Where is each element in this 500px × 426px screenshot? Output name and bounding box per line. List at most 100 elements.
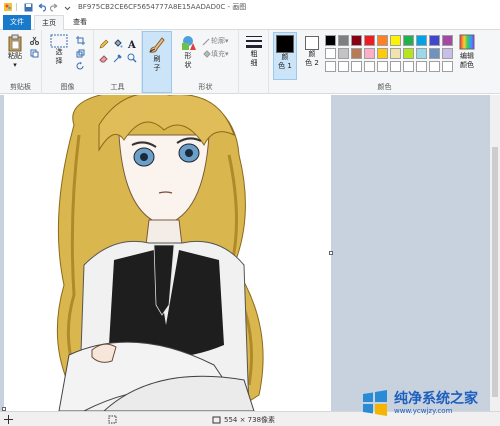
outline-label: 轮廓 (211, 37, 225, 45)
vertical-scrollbar[interactable] (490, 95, 500, 411)
palette-swatch[interactable] (351, 61, 362, 72)
copy-icon[interactable] (28, 47, 40, 59)
redo-icon[interactable] (49, 2, 59, 12)
outline-icon (202, 38, 210, 45)
image-group-label: 图像 (60, 83, 75, 91)
fill-button[interactable]: 填充 ▾ (202, 49, 229, 59)
palette-swatch[interactable] (377, 48, 388, 59)
select-icon (50, 34, 68, 48)
rotate-icon[interactable] (74, 60, 86, 72)
eraser-icon[interactable] (98, 52, 110, 64)
clipboard-group: 粘贴 ▾ 剪贴板 (0, 30, 42, 94)
palette-swatch[interactable] (442, 61, 453, 72)
palette-swatch[interactable] (390, 35, 401, 46)
color2-button[interactable]: 颜 色 2 (300, 34, 324, 68)
color2-swatch (305, 36, 319, 50)
size-label: 粗 细 (250, 50, 258, 67)
ribbon-tabs: 文件 主页 查看 (0, 14, 500, 30)
color1-button[interactable]: 颜 色 1 (273, 32, 297, 80)
fill-bucket-icon[interactable] (112, 38, 124, 50)
magnifier-icon[interactable] (126, 52, 138, 64)
customize-toolbar-icon[interactable] (62, 2, 72, 12)
brush-label: 刷 子 (153, 55, 161, 72)
palette-swatch[interactable] (429, 48, 440, 59)
crop-icon[interactable] (74, 34, 86, 46)
palette-swatch[interactable] (416, 61, 427, 72)
palette-swatch[interactable] (390, 48, 401, 59)
palette-swatch[interactable] (338, 48, 349, 59)
image-group: 选 择 图像 (42, 30, 94, 94)
palette-swatch[interactable] (325, 61, 336, 72)
palette-swatch[interactable] (403, 35, 414, 46)
palette-swatch[interactable] (338, 61, 349, 72)
canvas-resize-handle-right[interactable] (329, 251, 333, 255)
palette-swatch[interactable] (442, 48, 453, 59)
palette-swatch[interactable] (377, 61, 388, 72)
shapes-button[interactable]: 形 状 (177, 34, 199, 70)
palette-swatch[interactable] (403, 61, 414, 72)
edit-colors-label: 编辑 颜色 (460, 52, 474, 69)
tab-home[interactable]: 主页 (34, 15, 64, 30)
pencil-icon[interactable] (98, 38, 110, 50)
titlebar-divider (16, 3, 17, 11)
palette-swatch[interactable] (416, 35, 427, 46)
paste-dropdown-icon[interactable]: ▾ (13, 61, 17, 70)
color1-swatch (276, 35, 294, 53)
paste-icon (8, 34, 22, 52)
undo-icon[interactable] (36, 2, 46, 12)
tab-view[interactable]: 查看 (66, 15, 94, 30)
paste-button[interactable]: 粘贴 ▾ (4, 34, 26, 70)
palette-swatch[interactable] (364, 61, 375, 72)
shapes-icon (182, 36, 196, 50)
watermark-title: 纯净系统之家 (394, 391, 478, 407)
text-icon[interactable]: A (126, 38, 138, 50)
fill-icon (203, 49, 211, 58)
select-button[interactable]: 选 择 (48, 34, 70, 66)
title-bar: BF975CB2CE6CF5654777A8E15AADAD0C - 画图 (0, 0, 500, 14)
watermark-url: www.ycwjzy.com (394, 407, 453, 415)
color-picker-icon[interactable] (112, 52, 124, 64)
size-group: 粗 细 (239, 30, 269, 94)
paint-app-icon[interactable] (3, 2, 13, 12)
cursor-position-icon (4, 415, 13, 424)
color-palette (325, 35, 465, 75)
cut-icon[interactable] (28, 34, 40, 46)
size-button[interactable]: 粗 细 (243, 34, 265, 68)
ribbon: 粘贴 ▾ 剪贴板 选 择 图像 A 工具 刷 子 形 状 轮廓 ▾ 填充 ▾ 形… (0, 30, 500, 94)
palette-swatch[interactable] (429, 61, 440, 72)
canvas-workspace[interactable] (0, 95, 490, 411)
edit-colors-button[interactable]: 编辑 颜色 (455, 34, 479, 70)
paste-label: 粘贴 (8, 52, 22, 60)
color2-label: 颜 色 2 (305, 50, 319, 67)
palette-swatch[interactable] (442, 35, 453, 46)
palette-swatch[interactable] (429, 35, 440, 46)
tools-group: A 工具 (94, 30, 142, 94)
save-icon[interactable] (23, 2, 33, 12)
tab-file[interactable]: 文件 (3, 15, 31, 30)
brushes-button[interactable]: 刷 子 (142, 31, 172, 93)
shapes-group: 形 状 轮廓 ▾ 填充 ▾ 形状 (173, 30, 239, 94)
palette-swatch[interactable] (403, 48, 414, 59)
palette-swatch[interactable] (351, 35, 362, 46)
palette-swatch[interactable] (364, 35, 375, 46)
palette-swatch[interactable] (390, 61, 401, 72)
palette-swatch[interactable] (377, 35, 388, 46)
outline-button[interactable]: 轮廓 ▾ (202, 36, 229, 46)
palette-swatch[interactable] (364, 48, 375, 59)
clipboard-group-label: 剪贴板 (10, 83, 31, 91)
resize-icon[interactable] (74, 47, 86, 59)
brush-icon (149, 37, 165, 53)
palette-swatch[interactable] (338, 35, 349, 46)
image-size-icon (212, 415, 221, 424)
anime-girl-illustration (56, 95, 264, 411)
palette-swatch[interactable] (325, 48, 336, 59)
colors-group: 颜 色 1 颜 色 2 编辑 颜色 颜色 (269, 30, 500, 94)
vertical-scrollbar-thumb[interactable] (492, 147, 498, 397)
palette-swatch[interactable] (325, 35, 336, 46)
palette-swatch[interactable] (416, 48, 427, 59)
shapes-label: 形 状 (184, 52, 192, 69)
image-canvas[interactable] (4, 95, 331, 411)
image-dimensions: 554 × 738像素 (224, 416, 276, 424)
fill-label: 填充 (211, 50, 225, 58)
palette-swatch[interactable] (351, 48, 362, 59)
